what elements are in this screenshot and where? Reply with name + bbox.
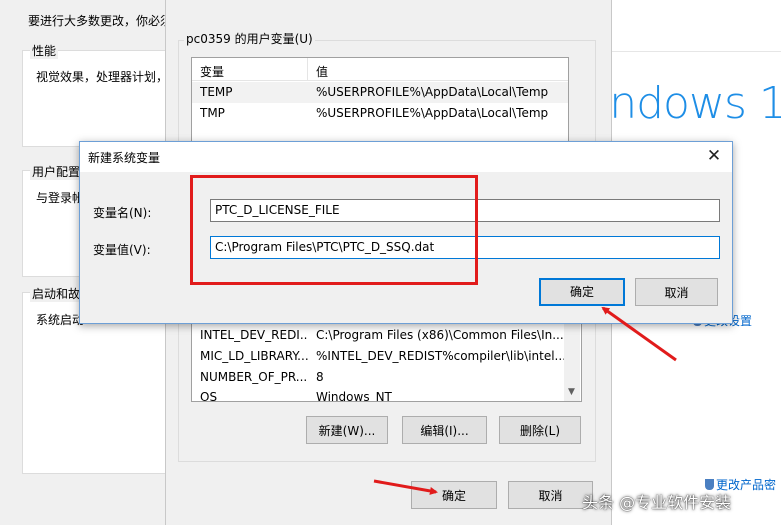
var-value: C:\Program Files (x86)\Common Files\In..… — [316, 328, 564, 342]
edit-var-button[interactable]: 编辑(I)... — [402, 416, 487, 444]
column-header-name[interactable]: 变量 — [200, 63, 224, 80]
divider — [607, 51, 781, 52]
table-row[interactable]: NUMBER_OF_PR... 8 — [192, 367, 568, 388]
table-row[interactable]: TEMP %USERPROFILE%\AppData\Local\Temp — [192, 82, 568, 103]
windows-logo-text: indows 10 — [598, 78, 781, 129]
startup-group-title: 启动和故 — [30, 285, 83, 302]
user-vars-list[interactable]: 变量 值 TEMP %USERPROFILE%\AppData\Local\Te… — [191, 57, 569, 144]
var-name: OS — [200, 390, 218, 402]
var-value: %USERPROFILE%\AppData\Local\Temp — [316, 85, 549, 99]
var-name: NUMBER_OF_PR... — [200, 370, 308, 384]
new-var-button[interactable]: 新建(W)... — [306, 416, 388, 444]
var-value: %INTEL_DEV_REDIST%compiler\lib\intel... — [316, 349, 566, 363]
var-name: MIC_LD_LIBRARY... — [200, 349, 308, 363]
delete-var-button[interactable]: 删除(L) — [499, 416, 581, 444]
var-name: INTEL_DEV_REDI... — [200, 328, 308, 342]
performance-group — [22, 50, 174, 147]
ok-button[interactable]: 确定 — [411, 481, 497, 509]
column-header-value[interactable]: 值 — [316, 63, 328, 80]
intro-text: 要进行大多数更改，你必须 — [28, 14, 168, 28]
table-row[interactable]: INTEL_DEV_REDI... C:\Program Files (x86)… — [192, 325, 568, 346]
list-header: 变量 值 — [192, 58, 568, 81]
var-name-label: 变量名(N): — [93, 206, 152, 220]
dialog-title: 新建系统变量 — [88, 151, 161, 165]
table-row[interactable]: OS Windows_NT — [192, 387, 568, 402]
var-name: TEMP — [200, 85, 233, 99]
var-name: TMP — [200, 106, 225, 120]
table-row[interactable]: TMP %USERPROFILE%\AppData\Local\Temp — [192, 103, 568, 124]
watermark: 头条 @专业软件安装 — [582, 493, 732, 512]
user-vars-title: pc0359 的用户变量(U) — [184, 30, 315, 47]
var-value: 8 — [316, 370, 324, 384]
user-profile-group-title: 用户配置 — [30, 163, 83, 180]
highlight-box — [190, 175, 478, 285]
performance-text: 视觉效果，处理器计划， — [36, 70, 169, 84]
cancel-button[interactable]: 取消 — [635, 278, 718, 306]
chevron-down-icon[interactable]: ▼ — [568, 387, 575, 397]
table-row[interactable]: MIC_LD_LIBRARY... %INTEL_DEV_REDIST%comp… — [192, 346, 568, 367]
performance-group-title: 性能 — [30, 42, 59, 59]
cancel-button[interactable]: 取消 — [508, 481, 593, 509]
var-value: %USERPROFILE%\AppData\Local\Temp — [316, 106, 549, 120]
var-value-label: 变量值(V): — [93, 243, 151, 257]
ok-button[interactable]: 确定 — [539, 278, 625, 306]
close-icon[interactable]: ✕ — [700, 145, 728, 169]
var-value: Windows_NT — [316, 390, 392, 402]
dialog-titlebar[interactable]: 新建系统变量 ✕ — [80, 142, 732, 172]
